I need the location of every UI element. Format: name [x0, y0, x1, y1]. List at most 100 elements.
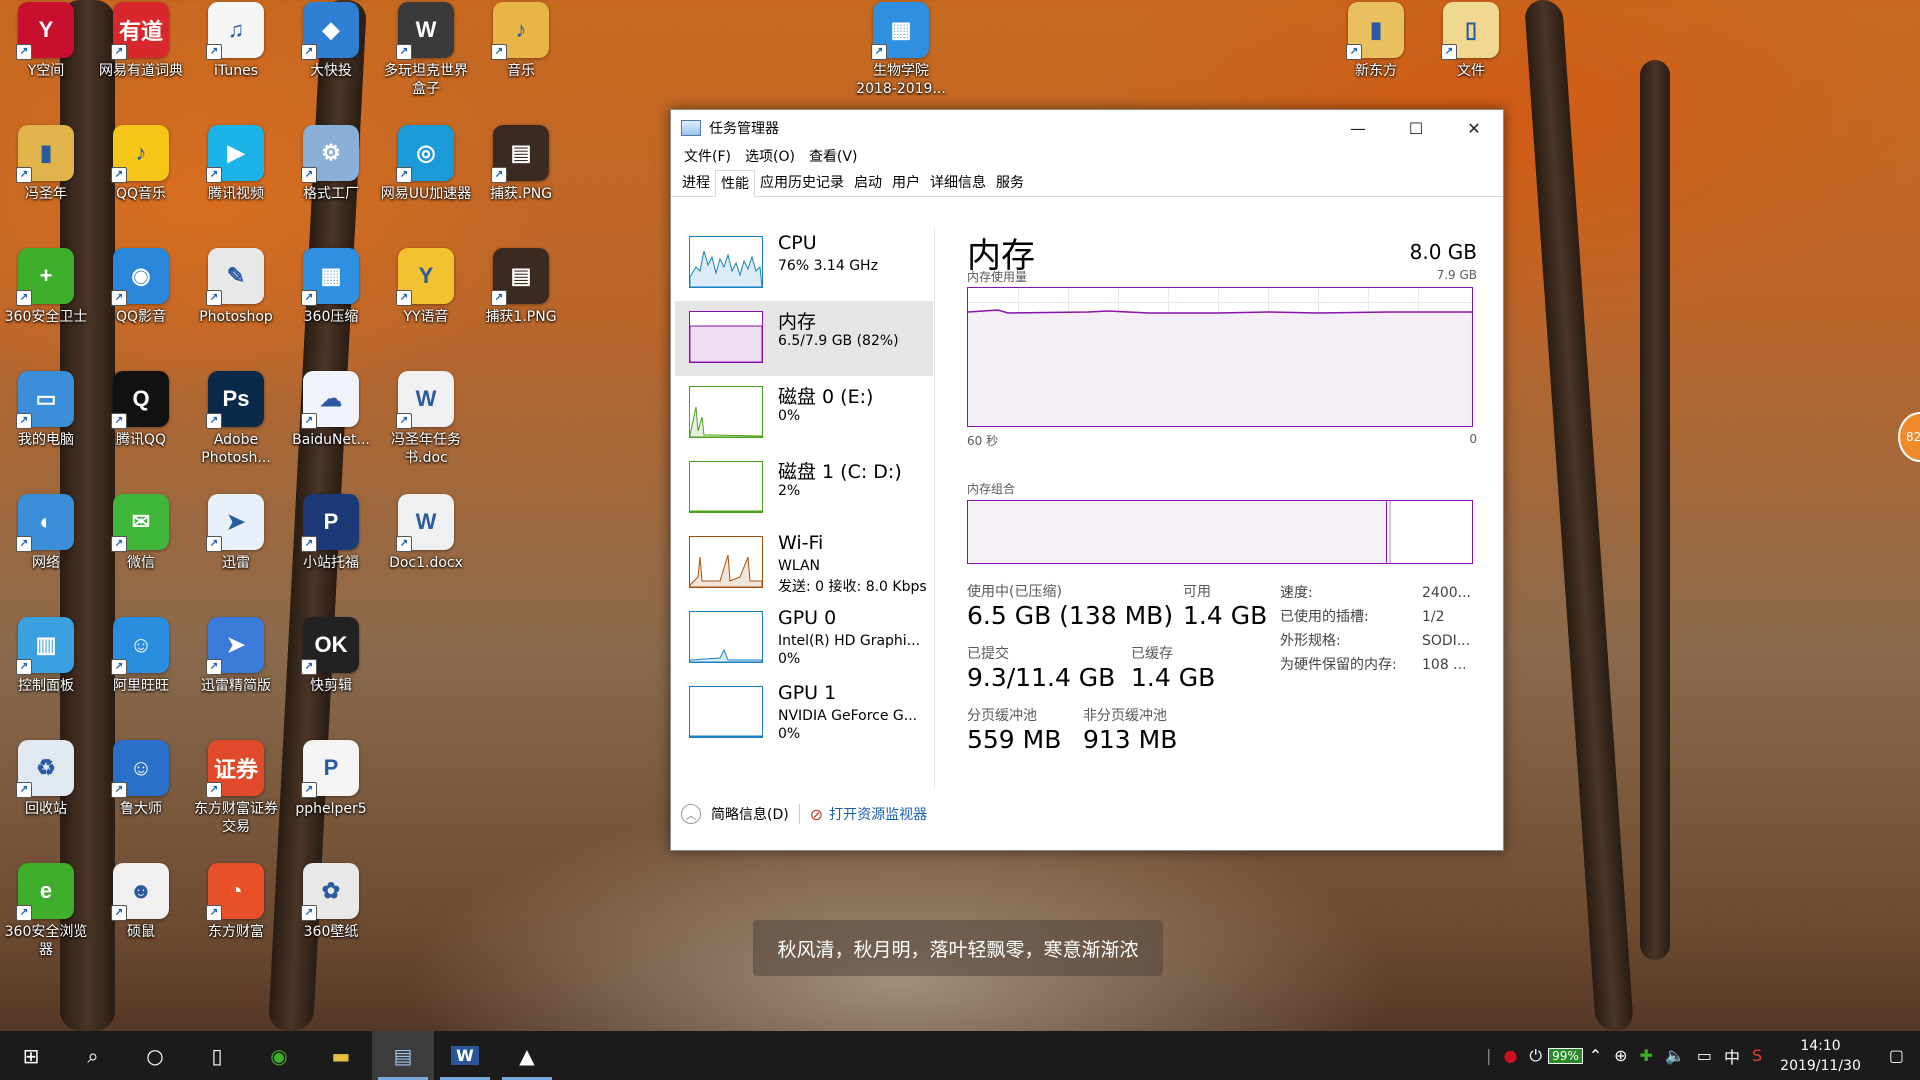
desktop-icon[interactable]: ▥ ↗ 控制面板: [0, 617, 92, 695]
desktop-icon[interactable]: ♪ ↗ QQ音乐: [95, 125, 187, 203]
desktop-icon[interactable]: + ↗ 360安全卫士: [0, 248, 92, 326]
chevron-up-icon[interactable]: ︿: [681, 804, 701, 824]
taskbar-word[interactable]: W: [434, 1031, 496, 1080]
desktop-icon[interactable]: 有道 ↗ 网易有道词典: [95, 2, 187, 80]
tab-services[interactable]: 服务: [991, 170, 1029, 196]
desktop-icon[interactable]: ♻ ↗ 回收站: [0, 740, 92, 818]
taskbar-360-browser[interactable]: ◉: [248, 1031, 310, 1080]
taskbar-photos[interactable]: ▲: [496, 1031, 558, 1080]
maximize-button[interactable]: ☐: [1387, 110, 1445, 146]
resource-item[interactable]: Wi-Fi WLAN 发送: 0 接收: 8.0 Kbps: [675, 526, 933, 601]
resource-item[interactable]: GPU 0 Intel(R) HD Graphi... 0%: [675, 601, 933, 676]
ime-indicator[interactable]: 中: [1718, 1044, 1746, 1068]
desktop-icon[interactable]: ⚙ ↗ 格式工厂: [285, 125, 377, 203]
desktop-icon[interactable]: ▶ ↗ 腾讯视频: [190, 125, 282, 203]
desktop-icon[interactable]: OK ↗ 快剪辑: [285, 617, 377, 695]
desktop-icon[interactable]: ➤ ↗ 迅雷精简版: [190, 617, 282, 695]
desktop-icon[interactable]: ☻ ↗ 硕鼠: [95, 863, 187, 941]
open-resource-monitor-link[interactable]: 打开资源监视器: [829, 804, 927, 824]
desktop-icon[interactable]: ▮ ↗ 冯圣年: [0, 125, 92, 203]
desktop-icon[interactable]: P ↗ pphelper5: [285, 740, 377, 818]
memory-capacity: 8.0 GB: [1409, 240, 1477, 264]
resource-detail: 0%: [778, 408, 801, 424]
sogou-icon[interactable]: S: [1746, 1046, 1768, 1065]
tab-app-history[interactable]: 应用历史记录: [755, 170, 849, 196]
usage-label: 内存使用量: [967, 270, 1028, 284]
fewer-details-button[interactable]: 简略信息(D): [711, 804, 789, 824]
desktop-icon[interactable]: ♫ ↗ iTunes: [190, 2, 282, 80]
monitor-icon[interactable]: ▭: [1691, 1046, 1718, 1065]
desktop-icon[interactable]: ◔ ↗ 东方财富: [190, 863, 282, 941]
desktop-icon[interactable]: Y ↗ YY语音: [380, 248, 472, 326]
desktop-icon[interactable]: Q ↗ 腾讯QQ: [95, 371, 187, 449]
task-manager-window[interactable]: 任务管理器 — ☐ ✕ 文件(F) 选项(O) 查看(V) 进程 性能 应用历史…: [670, 109, 1504, 851]
desktop-icon[interactable]: W ↗ 多玩坦克世界盒子: [380, 2, 472, 98]
menu-options[interactable]: 选项(O): [738, 146, 802, 168]
desktop-icon[interactable]: 证券 ↗ 东方财富证券交易: [190, 740, 282, 836]
tab-startup[interactable]: 启动: [849, 170, 887, 196]
desktop-icon[interactable]: W ↗ Doc1.docx: [380, 494, 472, 572]
power-icon[interactable]: ⏻: [1523, 1046, 1548, 1066]
app-icon: ▶ ↗: [206, 125, 264, 183]
tab-processes[interactable]: 进程: [677, 170, 715, 196]
task-manager-icon: [681, 120, 701, 136]
desktop-icon[interactable]: ☺ ↗ 阿里旺旺: [95, 617, 187, 695]
floating-ball-badge[interactable]: 82: [1898, 412, 1920, 462]
desktop-icon[interactable]: e ↗ 360安全浏览器: [0, 863, 92, 959]
cortana-button[interactable]: ○: [124, 1031, 186, 1080]
battery-indicator[interactable]: 99%: [1548, 1047, 1583, 1064]
menu-file[interactable]: 文件(F): [677, 146, 738, 168]
desktop-icon[interactable]: W ↗ 冯圣年任务书.doc: [380, 371, 472, 467]
desktop-icon[interactable]: ▤ ↗ 捕获1.PNG: [475, 248, 567, 326]
search-button[interactable]: ⌕: [62, 1031, 124, 1080]
desktop-icon[interactable]: Y ↗ Y空间: [0, 2, 92, 80]
clock[interactable]: 14:10 2019/11/30: [1768, 1036, 1873, 1076]
desktop-icon[interactable]: ✿ ↗ 360壁纸: [285, 863, 377, 941]
desktop-icon[interactable]: ▭ ↗ 我的电脑: [0, 371, 92, 449]
security-icon[interactable]: ✚: [1634, 1046, 1659, 1065]
desktop-icon[interactable]: ☺ ↗ 鲁大师: [95, 740, 187, 818]
task-view-button[interactable]: ▯: [186, 1031, 248, 1080]
resource-item[interactable]: CPU 76% 3.14 GHz: [675, 226, 933, 301]
minimize-button[interactable]: —: [1329, 110, 1387, 146]
close-button[interactable]: ✕: [1445, 110, 1503, 146]
desktop-icon[interactable]: ▯ ↗ 文件: [1425, 2, 1517, 80]
shortcut-arrow-icon: ↗: [111, 659, 127, 675]
desktop-icon[interactable]: ◉ ↗ QQ影音: [95, 248, 187, 326]
tab-users[interactable]: 用户: [887, 170, 925, 196]
volume-icon[interactable]: 🔈: [1659, 1046, 1691, 1065]
desktop-icon[interactable]: ➤ ↗ 迅雷: [190, 494, 282, 572]
desktop-icon[interactable]: ◎ ↗ 网易UU加速器: [380, 125, 472, 203]
resource-item[interactable]: 磁盘 0 (E:) 0%: [675, 376, 933, 451]
desktop-icon[interactable]: ▦ ↗ 360压缩: [285, 248, 377, 326]
desktop-icon[interactable]: ▤ ↗ 捕获.PNG: [475, 125, 567, 203]
shortcut-arrow-icon: ↗: [301, 536, 317, 552]
desktop-icon[interactable]: ▦ ↗ 生物学院2018-2019...: [855, 2, 947, 98]
tab-details[interactable]: 详细信息: [925, 170, 991, 196]
taskbar-file-explorer[interactable]: ▬: [310, 1031, 372, 1080]
resource-item[interactable]: 内存 6.5/7.9 GB (82%): [675, 301, 933, 376]
desktop-icon[interactable]: P ↗ 小站托福: [285, 494, 377, 572]
tray-app-icon[interactable]: ●: [1497, 1046, 1523, 1065]
taskbar-task-manager[interactable]: ▤: [372, 1031, 434, 1080]
desktop-icon[interactable]: ◆ ↗ 大快投: [285, 2, 377, 80]
desktop-icon[interactable]: ✉ ↗ 微信: [95, 494, 187, 572]
desktop-icon[interactable]: ☁ ↗ BaiduNet...: [285, 371, 377, 449]
menu-view[interactable]: 查看(V): [802, 146, 865, 168]
resource-item[interactable]: 磁盘 1 (C: D:) 2%: [675, 451, 933, 526]
app-icon: ♪ ↗: [491, 2, 549, 60]
resource-monitor-icon[interactable]: ⊘: [810, 805, 823, 824]
title-bar[interactable]: 任务管理器 — ☐ ✕: [671, 110, 1503, 146]
notification-icon[interactable]: ▢: [1873, 1046, 1920, 1065]
desktop-icon[interactable]: ▮ ↗ 新东方: [1330, 2, 1422, 80]
resource-detail: NVIDIA GeForce G...: [778, 708, 918, 724]
start-button[interactable]: ⊞: [0, 1031, 62, 1080]
desktop-icon[interactable]: ◐ ↗ 网络: [0, 494, 92, 572]
tab-performance[interactable]: 性能: [715, 170, 755, 197]
chevron-up-icon[interactable]: ⌃: [1583, 1046, 1608, 1065]
desktop-icon[interactable]: Ps ↗ Adobe Photosh...: [190, 371, 282, 467]
desktop-icon[interactable]: ♪ ↗ 音乐: [475, 2, 567, 80]
desktop-icon[interactable]: ✎ ↗ Photoshop: [190, 248, 282, 326]
resource-item[interactable]: GPU 1 NVIDIA GeForce G... 0%: [675, 676, 933, 751]
network-icon[interactable]: ⊕: [1608, 1046, 1633, 1065]
